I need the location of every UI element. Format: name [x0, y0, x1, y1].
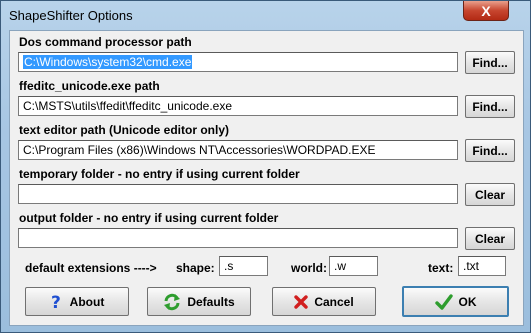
output-clear-label: Clear	[474, 231, 506, 246]
dos-find-button[interactable]: Find...	[465, 51, 515, 74]
extensions-label: default extensions ---->	[25, 261, 157, 275]
editor-path-input[interactable]: C:\Program Files (x86)\Windows NT\Access…	[18, 140, 458, 160]
defaults-button[interactable]: Defaults	[147, 287, 251, 316]
editor-path-label: text editor path (Unicode editor only)	[19, 123, 230, 137]
about-label: About	[69, 294, 105, 309]
temp-clear-button[interactable]: Clear	[465, 183, 515, 206]
options-dialog: ShapeShifter Options X Dos command proce…	[0, 0, 531, 333]
ffeditc-find-button[interactable]: Find...	[465, 95, 515, 118]
ffeditc-find-label: Find...	[472, 99, 508, 114]
svg-text:?: ?	[51, 293, 61, 311]
close-button[interactable]: X	[463, 1, 509, 21]
temp-folder-input[interactable]	[18, 184, 458, 204]
shape-ext-label: shape:	[176, 261, 215, 275]
editor-path-value: C:\Program Files (x86)\Windows NT\Access…	[23, 143, 376, 157]
output-clear-button[interactable]: Clear	[465, 227, 515, 250]
ffeditc-path-value: C:\MSTS\utils\ffedit\ffeditc_unicode.exe	[23, 99, 232, 113]
cancel-label: Cancel	[314, 294, 354, 309]
text-ext-input[interactable]: .txt	[458, 256, 506, 276]
ffeditc-path-input[interactable]: C:\MSTS\utils\ffedit\ffeditc_unicode.exe	[18, 96, 458, 116]
shape-ext-value: .s	[224, 259, 234, 273]
ffeditc-path-label: ffeditc_unicode.exe path	[19, 79, 160, 93]
output-folder-input[interactable]	[18, 228, 458, 248]
shape-ext-input[interactable]: .s	[219, 256, 268, 276]
ok-label: OK	[458, 294, 477, 309]
window-title: ShapeShifter Options	[9, 8, 133, 23]
world-ext-input[interactable]: .w	[329, 256, 378, 276]
editor-find-label: Find...	[472, 143, 508, 158]
dos-path-value: C:\Windows\system32\cmd.exe	[23, 55, 193, 69]
help-question-icon: ?	[50, 293, 64, 311]
about-button[interactable]: ? About	[25, 287, 129, 316]
cancel-x-icon	[294, 294, 309, 309]
checkmark-icon	[434, 293, 453, 310]
text-ext-label: text:	[428, 261, 454, 275]
output-folder-label: output folder - no entry if using curren…	[19, 211, 279, 225]
cancel-button[interactable]: Cancel	[272, 287, 376, 316]
refresh-icon	[163, 293, 181, 311]
world-ext-value: .w	[334, 259, 346, 273]
dos-path-label: Dos command processor path	[19, 35, 192, 49]
temp-clear-label: Clear	[474, 187, 506, 202]
world-ext-label: world:	[291, 261, 327, 275]
editor-find-button[interactable]: Find...	[465, 139, 515, 162]
text-ext-value: .txt	[463, 259, 480, 273]
defaults-label: Defaults	[187, 294, 235, 309]
dos-path-input[interactable]: C:\Windows\system32\cmd.exe	[18, 52, 458, 72]
temp-folder-label: temporary folder - no entry if using cur…	[19, 167, 300, 181]
title-bar[interactable]: ShapeShifter Options X	[1, 1, 530, 29]
dos-find-label: Find...	[472, 55, 508, 70]
ok-button[interactable]: OK	[402, 286, 509, 317]
dialog-client-area: Dos command processor path C:\Windows\sy…	[9, 30, 524, 326]
close-icon: X	[481, 2, 491, 19]
